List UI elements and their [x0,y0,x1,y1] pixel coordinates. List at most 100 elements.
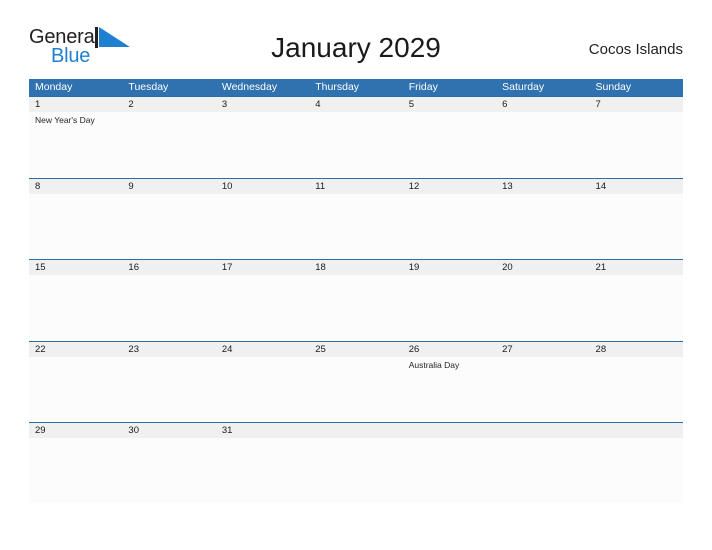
day-cell[interactable] [29,357,122,422]
day-number: 19 [408,262,420,273]
day-cell[interactable] [403,194,496,259]
week-event-body: New Year's Day [29,112,683,177]
weekday-header-friday: Friday [408,81,438,93]
day-cell[interactable] [496,275,589,340]
day-number [309,423,402,438]
day-number: 12 [408,180,420,192]
week-date-strip: 8 9 10 11 12 13 14 [29,178,683,194]
week-date-strip: 1 2 3 4 5 6 7 [29,97,683,112]
day-number: 9 [128,180,134,192]
day-number: 29 [35,425,46,436]
day-number: 25 [315,343,326,355]
day-cell[interactable] [309,275,402,340]
day-number: 1 [35,99,41,110]
day-cell[interactable] [590,357,683,422]
day-number: 18 [315,262,326,273]
location-label: Cocos Islands [588,41,683,58]
week-date-strip: 22 23 24 25 26 27 28 [29,341,683,357]
day-number [590,423,683,438]
week-row: 15 16 17 18 19 20 21 [29,259,683,341]
day-cell[interactable] [216,438,309,503]
week-row: 22 23 24 25 26 27 28 Australia Day [29,340,683,423]
day-cell[interactable] [122,357,215,422]
calendar-page: General Blue January 2029 Cocos Islands … [0,0,712,550]
day-number: 30 [128,425,139,436]
day-number [403,423,496,438]
event-label: Australia Day [408,359,460,370]
weekday-header-saturday: Saturday [502,81,545,93]
day-cell[interactable] [216,112,309,177]
week-date-strip: 29 30 31 [29,423,683,438]
day-number [496,423,589,438]
day-number: 21 [595,262,607,273]
day-number: 4 [315,99,321,110]
day-cell[interactable] [122,438,215,503]
day-number: 6 [502,99,508,110]
day-cell[interactable] [496,357,589,422]
event-label: New Year's Day [35,115,95,125]
weekday-header-monday: Monday [35,81,73,93]
weekday-header-tuesday: Tuesday [128,81,169,93]
day-cell[interactable] [309,194,402,259]
day-cell[interactable] [590,112,683,177]
day-number: 24 [221,343,233,355]
day-cell[interactable] [309,438,402,503]
day-number: 23 [128,343,139,355]
week-row: 1 2 3 4 5 6 7 New Year's Day [29,96,683,178]
day-number: 14 [595,180,607,192]
page-title: January 2029 [271,32,441,63]
day-cell[interactable] [29,194,122,259]
day-cell[interactable] [496,112,589,177]
day-cell[interactable] [216,275,309,340]
weekday-header-wednesday: Wednesday [221,81,278,93]
day-cell[interactable] [403,275,496,340]
day-cell[interactable] [122,112,215,177]
week-event-body: Australia Day [29,356,683,422]
day-cell[interactable] [309,112,402,177]
day-number: 7 [595,99,601,110]
day-cell[interactable] [122,194,215,259]
day-cell[interactable] [309,357,402,422]
day-cell[interactable] [29,275,122,340]
day-cell[interactable] [403,438,496,503]
page-header: General Blue January 2029 Cocos Islands [29,26,683,72]
day-number: 3 [221,99,228,110]
day-number: 10 [221,180,233,192]
week-date-strip: 15 16 17 18 19 20 21 [29,260,683,275]
day-cell[interactable] [29,438,122,503]
day-cell[interactable] [122,275,215,340]
day-number: 15 [35,262,46,273]
calendar-grid: Monday Tuesday Wednesday Thursday Friday… [29,79,683,504]
day-cell[interactable] [496,438,589,503]
day-number: 5 [408,99,414,110]
day-number: 27 [502,343,513,355]
weekday-header-sunday: Sunday [595,81,632,93]
day-number: 16 [128,262,139,273]
day-number: 26 [408,343,420,355]
week-event-body [29,193,683,259]
weekday-header-thursday: Thursday [315,81,360,93]
day-number: 17 [221,262,233,273]
week-event-body [29,275,683,340]
day-cell[interactable] [496,194,589,259]
day-number: 28 [595,343,607,355]
day-cell[interactable]: New Year's Day [29,112,122,177]
day-number: 11 [315,180,326,192]
day-number: 2 [128,99,134,110]
day-number: 22 [35,343,46,355]
day-number: 13 [502,180,513,192]
week-row: 29 30 31 [29,422,683,504]
day-cell[interactable] [590,438,683,503]
day-cell[interactable] [403,112,496,177]
day-number: 31 [221,425,233,436]
day-cell[interactable]: Australia Day [403,357,496,422]
day-cell[interactable] [590,275,683,340]
day-cell[interactable] [216,357,309,422]
day-cell[interactable] [216,194,309,259]
day-cell[interactable] [590,194,683,259]
week-event-body [29,438,683,503]
weekday-header-row: Monday Tuesday Wednesday Thursday Friday… [29,79,683,96]
day-number: 8 [35,180,41,192]
day-number: 20 [502,262,513,273]
week-row: 8 9 10 11 12 13 14 [29,177,683,260]
